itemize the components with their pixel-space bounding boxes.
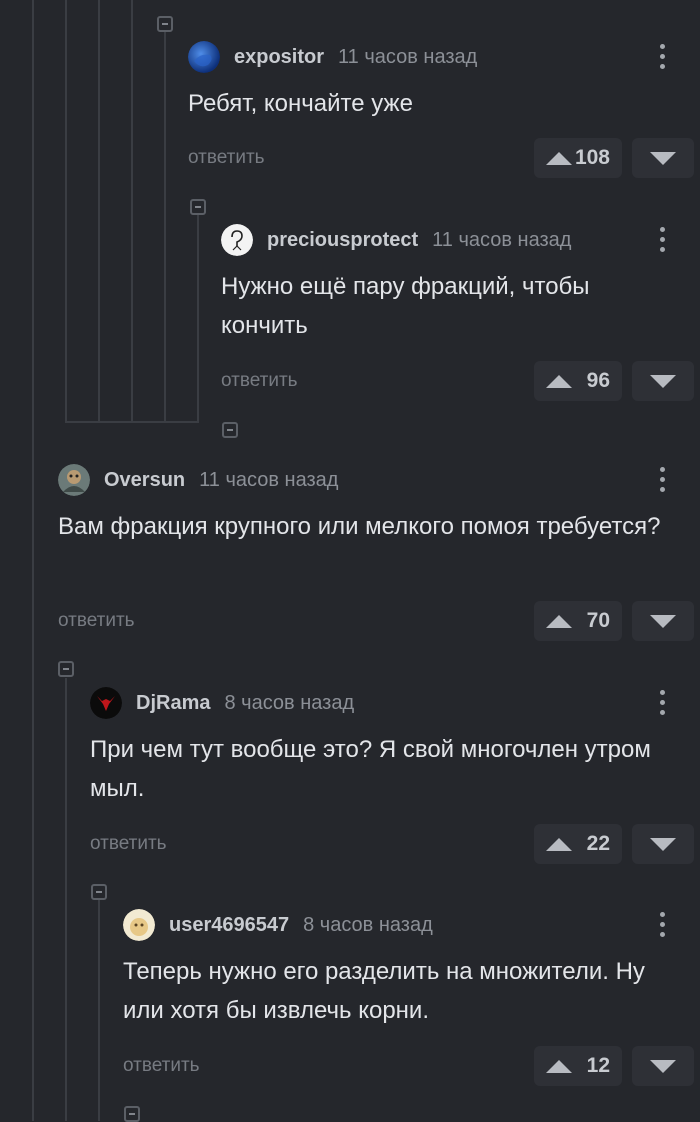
comment-text: Вам фракция крупного или мелкого помоя т…	[58, 513, 661, 540]
reply-button[interactable]: ответить	[90, 833, 167, 855]
author-name[interactable]: DjRama	[136, 692, 210, 715]
vote-count: 70	[586, 609, 610, 632]
arrow-down-icon	[650, 375, 676, 388]
collapse-toggle[interactable]	[190, 199, 206, 215]
upvote-button[interactable]: 22	[534, 824, 622, 864]
more-options-icon[interactable]	[658, 227, 666, 255]
collapse-toggle[interactable]	[58, 661, 74, 677]
reply-button[interactable]: ответить	[123, 1055, 200, 1077]
arrow-up-icon	[546, 152, 572, 165]
arrow-up-icon	[546, 615, 572, 628]
comment: user4696547 8 часов назад Теперь нужно е…	[123, 908, 700, 1088]
author-name[interactable]: expositor	[234, 46, 324, 69]
thread-line	[197, 214, 199, 422]
vote-count: 22	[586, 832, 610, 855]
arrow-up-icon	[546, 375, 572, 388]
upvote-button[interactable]: 70	[534, 601, 622, 641]
timestamp: 8 часов назад	[224, 691, 355, 714]
timestamp: 11 часов назад	[432, 228, 572, 251]
avatar[interactable]	[123, 909, 155, 941]
reply-button[interactable]: ответить	[188, 147, 265, 169]
collapse-toggle[interactable]	[91, 884, 107, 900]
thread-line	[98, 900, 100, 1121]
arrow-up-icon	[546, 838, 572, 851]
comment: DjRama 8 часов назад При чем тут вообще …	[90, 686, 700, 866]
more-options-icon[interactable]	[658, 467, 666, 495]
upvote-button[interactable]: 108	[534, 138, 622, 178]
thread-line	[65, 0, 67, 422]
collapse-toggle[interactable]	[157, 16, 173, 32]
avatar[interactable]	[90, 687, 122, 719]
comment: expositor 11 часов назад Ребят, кончайте…	[188, 40, 700, 180]
avatar[interactable]	[221, 224, 253, 256]
author-name[interactable]: Oversun	[104, 469, 185, 492]
reply-button[interactable]: ответить	[221, 370, 298, 392]
thread-line	[32, 0, 34, 1121]
comment-text: При чем тут вообще это? Я свой многочлен…	[90, 736, 651, 802]
vote-count: 108	[574, 146, 610, 169]
timestamp: 11 часов назад	[338, 45, 478, 68]
downvote-button[interactable]	[632, 601, 694, 641]
arrow-down-icon	[650, 615, 676, 628]
arrow-down-icon	[650, 152, 676, 165]
author-name[interactable]: preciousprotect	[267, 229, 418, 252]
author-name[interactable]: user4696547	[169, 914, 289, 937]
downvote-button[interactable]	[632, 824, 694, 864]
timestamp: 11 часов назад	[199, 468, 339, 491]
vote-count: 12	[586, 1054, 610, 1077]
comment-text: Нужно ещё пару фракций, чтобы кончить	[221, 273, 590, 339]
reply-button[interactable]: ответить	[58, 610, 135, 632]
thread-line	[98, 0, 100, 422]
avatar[interactable]	[58, 464, 90, 496]
timestamp: 8 часов назад	[303, 913, 433, 936]
upvote-button[interactable]: 96	[534, 361, 622, 401]
comment-text: Ребят, кончайте уже	[188, 90, 413, 117]
downvote-button[interactable]	[632, 138, 694, 178]
thread-line	[65, 421, 199, 423]
comment-text: Теперь нужно его разделить на множители.…	[123, 958, 645, 1024]
more-options-icon[interactable]	[658, 690, 666, 718]
avatar[interactable]	[188, 41, 220, 73]
downvote-button[interactable]	[632, 361, 694, 401]
thread-line	[164, 28, 166, 422]
more-options-icon[interactable]	[658, 44, 666, 72]
upvote-button[interactable]: 12	[534, 1046, 622, 1086]
downvote-button[interactable]	[632, 1046, 694, 1086]
arrow-down-icon	[650, 838, 676, 851]
arrow-down-icon	[650, 1060, 676, 1073]
vote-count: 96	[586, 369, 610, 392]
collapse-toggle[interactable]	[124, 1106, 140, 1122]
more-options-icon[interactable]	[658, 912, 666, 940]
arrow-up-icon	[546, 1060, 572, 1073]
thread-line	[131, 0, 133, 422]
comment: preciousprotect 11 часов назад Нужно ещё…	[221, 223, 700, 403]
collapse-toggle[interactable]	[222, 422, 238, 438]
thread-line	[65, 678, 67, 1121]
comment: Oversun 11 часов назад Вам фракция крупн…	[58, 463, 700, 643]
